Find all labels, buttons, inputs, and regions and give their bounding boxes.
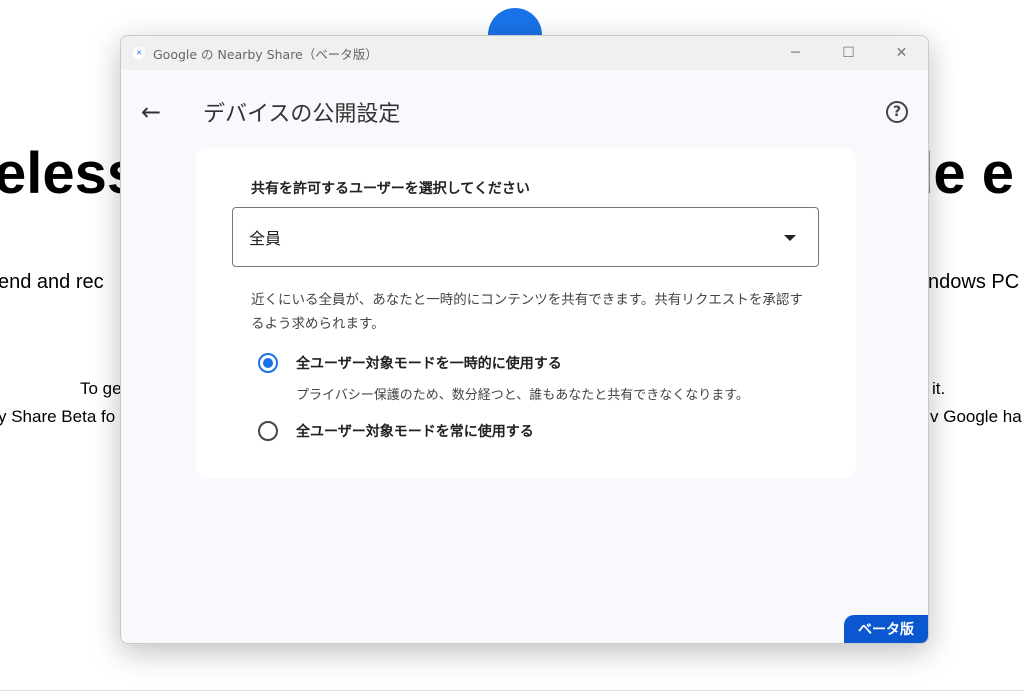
description: 近くにいる全員が、あなたと一時的にコンテンツを共有できます。共有リクエストを承認… [251,292,803,332]
bg-text: To ge [80,379,122,398]
option-subtext: プライバシー保護のため、数分経つと、誰もあなたと共有できなくなります。 [296,388,749,403]
radio-option-temporary[interactable]: 全ユーザー対象モードを一時的に使用する [258,353,562,373]
bg-text: v Google ha [930,407,1022,426]
back-arrow-icon[interactable]: ← [141,98,161,126]
title-bar: ✕ Google の Nearby Share（ベータ版） ─ ☐ ✕ [121,36,928,70]
bg-text: y Share Beta fo [0,407,116,426]
bg-headline-left: eless [0,141,140,206]
bg-text: end and rec [0,271,104,293]
minimize-button[interactable]: ─ [769,45,822,61]
visibility-card: 共有を許可するユーザーを選択してください 全員 近くにいる全員が、あなたと一時的… [196,148,856,478]
radio-selected-icon[interactable] [258,353,278,373]
visibility-select[interactable]: 全員 [232,207,819,267]
select-label: 共有を許可するユーザーを選択してください [251,181,530,197]
page-title: デバイスの公開設定 [203,102,401,127]
option-label: 全ユーザー対象モードを一時的に使用する [296,356,562,372]
close-button[interactable]: ✕ [875,45,928,61]
dropdown-arrow-icon [784,235,796,241]
select-value: 全員 [249,229,282,248]
window-title: Google の Nearby Share（ベータ版） [153,46,378,62]
bg-text: ndows PC [928,271,1020,293]
option-label: 全ユーザー対象モードを常に使用する [296,424,534,440]
radio-option-always[interactable]: 全ユーザー対象モードを常に使用する [258,421,534,441]
bg-text: it. [932,379,946,398]
nearby-share-icon: ✕ [133,47,145,59]
divider [0,690,1024,691]
beta-badge: ベータ版 [844,615,928,643]
help-icon[interactable]: ? [886,101,908,123]
maximize-button[interactable]: ☐ [822,45,875,61]
app-window: ✕ Google の Nearby Share（ベータ版） ─ ☐ ✕ ← デバ… [120,35,929,644]
radio-unselected-icon[interactable] [258,421,278,441]
